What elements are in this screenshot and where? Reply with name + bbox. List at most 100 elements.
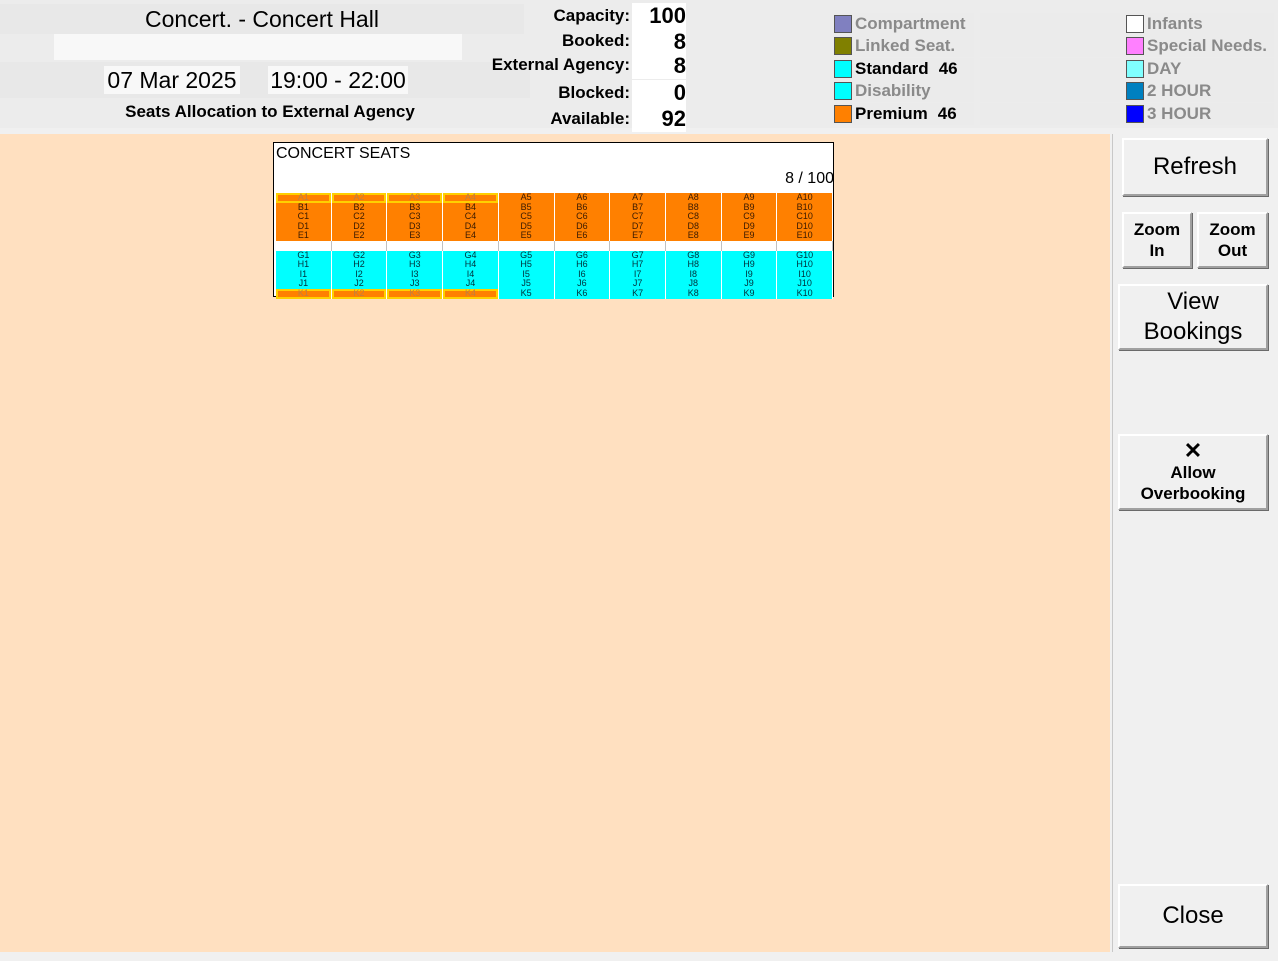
seat-c9[interactable]: C9 — [721, 212, 778, 222]
seat-b9[interactable]: B9 — [721, 202, 778, 213]
seat-g5[interactable]: G5 — [498, 250, 555, 261]
close-button[interactable]: Close — [1118, 884, 1268, 948]
seat-h10[interactable]: H10 — [777, 260, 834, 270]
refresh-button[interactable]: Refresh — [1122, 138, 1268, 196]
seat-i4[interactable]: I4 — [443, 269, 499, 280]
view-bookings-button[interactable]: View Bookings — [1118, 284, 1268, 350]
seat-h7[interactable]: H7 — [610, 260, 666, 270]
seat-a4[interactable]: A4 — [443, 193, 499, 203]
seat-b3[interactable]: B3 — [387, 202, 444, 213]
seat-c8[interactable]: C8 — [665, 212, 722, 222]
seat-k8[interactable]: K8 — [665, 288, 722, 299]
seat-d8[interactable]: D8 — [665, 221, 722, 232]
seat-c2[interactable]: C2 — [331, 212, 388, 222]
seat-j4[interactable]: J4 — [443, 279, 499, 289]
seat-e2[interactable]: E2 — [331, 231, 388, 241]
seat-h8[interactable]: H8 — [665, 260, 722, 270]
seat-c7[interactable]: C7 — [610, 212, 666, 222]
seat-g6[interactable]: G6 — [554, 250, 611, 261]
seat-g8[interactable]: G8 — [665, 250, 722, 261]
seat-k7[interactable]: K7 — [610, 288, 666, 299]
seat-i9[interactable]: I9 — [721, 269, 778, 280]
seat-b4[interactable]: B4 — [443, 202, 499, 213]
seat-e1[interactable]: E1 — [276, 231, 332, 241]
seat-j7[interactable]: J7 — [610, 279, 666, 289]
seat-h5[interactable]: H5 — [498, 260, 555, 270]
zoom-in-button[interactable]: Zoom In — [1122, 212, 1192, 268]
seat-a2[interactable]: A2 — [331, 193, 388, 203]
seat-d9[interactable]: D9 — [721, 221, 778, 232]
seat-d4[interactable]: D4 — [443, 221, 499, 232]
seat-i3[interactable]: I3 — [387, 269, 444, 280]
seat-h2[interactable]: H2 — [331, 260, 388, 270]
seat-i8[interactable]: I8 — [665, 269, 722, 280]
seat-j10[interactable]: J10 — [777, 279, 834, 289]
zoom-out-button[interactable]: Zoom Out — [1197, 212, 1268, 268]
seat-g3[interactable]: G3 — [387, 250, 444, 261]
seat-c5[interactable]: C5 — [498, 212, 555, 222]
seat-j5[interactable]: J5 — [498, 279, 555, 289]
seat-b6[interactable]: B6 — [554, 202, 611, 213]
seat-c1[interactable]: C1 — [276, 212, 332, 222]
seat-e6[interactable]: E6 — [554, 231, 611, 241]
seat-g4[interactable]: G4 — [443, 250, 499, 261]
seat-g10[interactable]: G10 — [777, 250, 834, 261]
seat-k10[interactable]: K10 — [777, 288, 834, 299]
seat-i7[interactable]: I7 — [610, 269, 666, 280]
seat-h9[interactable]: H9 — [721, 260, 778, 270]
seat-a3[interactable]: A3 — [387, 193, 444, 203]
seat-a10[interactable]: A10 — [777, 193, 834, 203]
seat-g7[interactable]: G7 — [610, 250, 666, 261]
allow-overbooking-button[interactable]: ✕ Allow Overbooking — [1118, 434, 1268, 510]
seat-b8[interactable]: B8 — [665, 202, 722, 213]
seat-k6[interactable]: K6 — [554, 288, 611, 299]
seat-c6[interactable]: C6 — [554, 212, 611, 222]
seat-e9[interactable]: E9 — [721, 231, 778, 241]
seat-a1[interactable]: A1 — [276, 193, 332, 203]
seat-e7[interactable]: E7 — [610, 231, 666, 241]
seat-d5[interactable]: D5 — [498, 221, 555, 232]
seat-a7[interactable]: A7 — [610, 193, 666, 203]
seat-h3[interactable]: H3 — [387, 260, 444, 270]
seat-j2[interactable]: J2 — [331, 279, 388, 289]
seat-i10[interactable]: I10 — [777, 269, 834, 280]
seat-k1[interactable]: K1 — [276, 288, 332, 299]
seat-c10[interactable]: C10 — [777, 212, 834, 222]
seat-j3[interactable]: J3 — [387, 279, 444, 289]
seat-j9[interactable]: J9 — [721, 279, 778, 289]
seat-k2[interactable]: K2 — [331, 288, 388, 299]
seat-d6[interactable]: D6 — [554, 221, 611, 232]
seat-i6[interactable]: I6 — [554, 269, 611, 280]
seat-d3[interactable]: D3 — [387, 221, 444, 232]
seat-i2[interactable]: I2 — [331, 269, 388, 280]
seat-b2[interactable]: B2 — [331, 202, 388, 213]
seat-a9[interactable]: A9 — [721, 193, 778, 203]
seat-c3[interactable]: C3 — [387, 212, 444, 222]
seat-h1[interactable]: H1 — [276, 260, 332, 270]
seat-g9[interactable]: G9 — [721, 250, 778, 261]
seat-h6[interactable]: H6 — [554, 260, 611, 270]
seat-i5[interactable]: I5 — [498, 269, 555, 280]
seat-k3[interactable]: K3 — [387, 288, 444, 299]
seat-b5[interactable]: B5 — [498, 202, 555, 213]
seat-a6[interactable]: A6 — [554, 193, 611, 203]
seat-k9[interactable]: K9 — [721, 288, 778, 299]
seat-d7[interactable]: D7 — [610, 221, 666, 232]
seat-i1[interactable]: I1 — [276, 269, 332, 280]
seat-g1[interactable]: G1 — [276, 250, 332, 261]
seat-e3[interactable]: E3 — [387, 231, 444, 241]
seat-c4[interactable]: C4 — [443, 212, 499, 222]
seat-d2[interactable]: D2 — [331, 221, 388, 232]
seat-j8[interactable]: J8 — [665, 279, 722, 289]
seat-h4[interactable]: H4 — [443, 260, 499, 270]
seat-d10[interactable]: D10 — [777, 221, 834, 232]
seat-e5[interactable]: E5 — [498, 231, 555, 241]
seat-j6[interactable]: J6 — [554, 279, 611, 289]
seat-a8[interactable]: A8 — [665, 193, 722, 203]
seat-k4[interactable]: K4 — [443, 288, 499, 299]
seat-b10[interactable]: B10 — [777, 202, 834, 213]
seat-e8[interactable]: E8 — [665, 231, 722, 241]
seat-a5[interactable]: A5 — [498, 193, 555, 203]
seat-g2[interactable]: G2 — [331, 250, 388, 261]
seat-e10[interactable]: E10 — [777, 231, 834, 241]
